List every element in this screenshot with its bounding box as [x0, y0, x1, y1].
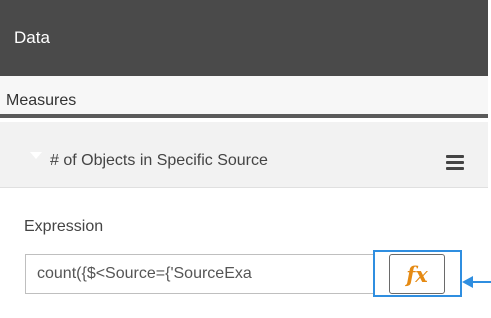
collapse-caret-icon[interactable]	[30, 152, 42, 159]
measure-title: # of Objects in Specific Source	[50, 152, 268, 169]
data-panel: Data Measures # of Objects in Specific S…	[0, 0, 491, 318]
panel-title: Data	[14, 28, 50, 47]
measures-section-header: Measures	[0, 76, 488, 118]
measures-label: Measures	[6, 92, 77, 109]
highlight-box	[373, 250, 462, 297]
measure-item[interactable]: # of Objects in Specific Source	[0, 122, 488, 188]
hamburger-menu-icon[interactable]	[446, 155, 464, 170]
panel-header: Data	[0, 0, 488, 76]
expression-input[interactable]	[25, 254, 375, 294]
pointer-arrow-icon	[462, 276, 491, 288]
expression-label: Expression	[24, 218, 104, 235]
